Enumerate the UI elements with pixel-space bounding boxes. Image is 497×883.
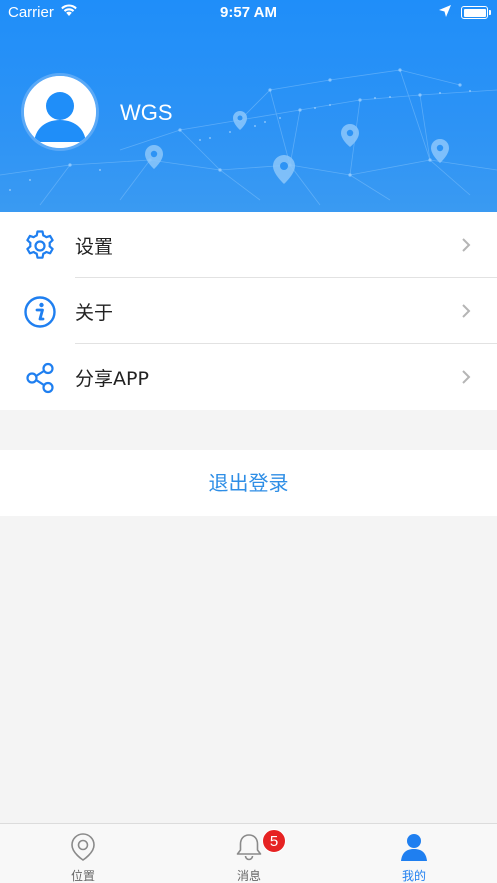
unread-badge: 5 xyxy=(262,829,286,853)
menu-item-label: 关于 xyxy=(75,302,114,324)
tab-location[interactable]: 位置 xyxy=(0,824,166,883)
menu-item-label: 分享APP xyxy=(75,368,149,390)
user-avatar-icon xyxy=(24,76,96,148)
tab-label: 我的 xyxy=(401,869,426,883)
profile-header: Carrier 9:57 AM WGS xyxy=(0,0,497,212)
tab-label: 位置 xyxy=(70,869,95,883)
gear-icon xyxy=(26,230,54,259)
logout-button[interactable]: 退出登录 xyxy=(0,450,497,516)
share-icon xyxy=(26,362,54,394)
avatar[interactable] xyxy=(21,73,99,151)
chevron-right-icon xyxy=(462,238,471,252)
tab-messages[interactable]: 5 消息 xyxy=(166,824,332,883)
menu-item-about[interactable]: 关于 xyxy=(0,278,497,344)
menu-item-label: 设置 xyxy=(75,236,114,258)
menu-item-share[interactable]: 分享APP xyxy=(0,344,497,410)
menu-item-settings[interactable]: 设置 xyxy=(0,212,497,278)
tab-profile[interactable]: 我的 xyxy=(331,824,497,883)
chevron-right-icon xyxy=(462,370,471,384)
user-icon xyxy=(401,834,427,861)
settings-menu: 设置 关于 分享APP xyxy=(0,212,497,410)
chevron-right-icon xyxy=(462,304,471,318)
bell-icon xyxy=(236,834,262,861)
tab-bar: 位置 5 消息 我的 xyxy=(0,823,497,883)
location-arrow-icon xyxy=(439,5,451,17)
battery-icon xyxy=(461,6,491,19)
location-pin-icon xyxy=(71,833,95,861)
tab-label: 消息 xyxy=(236,869,261,883)
status-bar: Carrier 9:57 AM xyxy=(0,0,497,26)
info-icon xyxy=(24,296,56,328)
username: WGS xyxy=(120,100,173,125)
clock-time: 9:57 AM xyxy=(220,4,277,21)
